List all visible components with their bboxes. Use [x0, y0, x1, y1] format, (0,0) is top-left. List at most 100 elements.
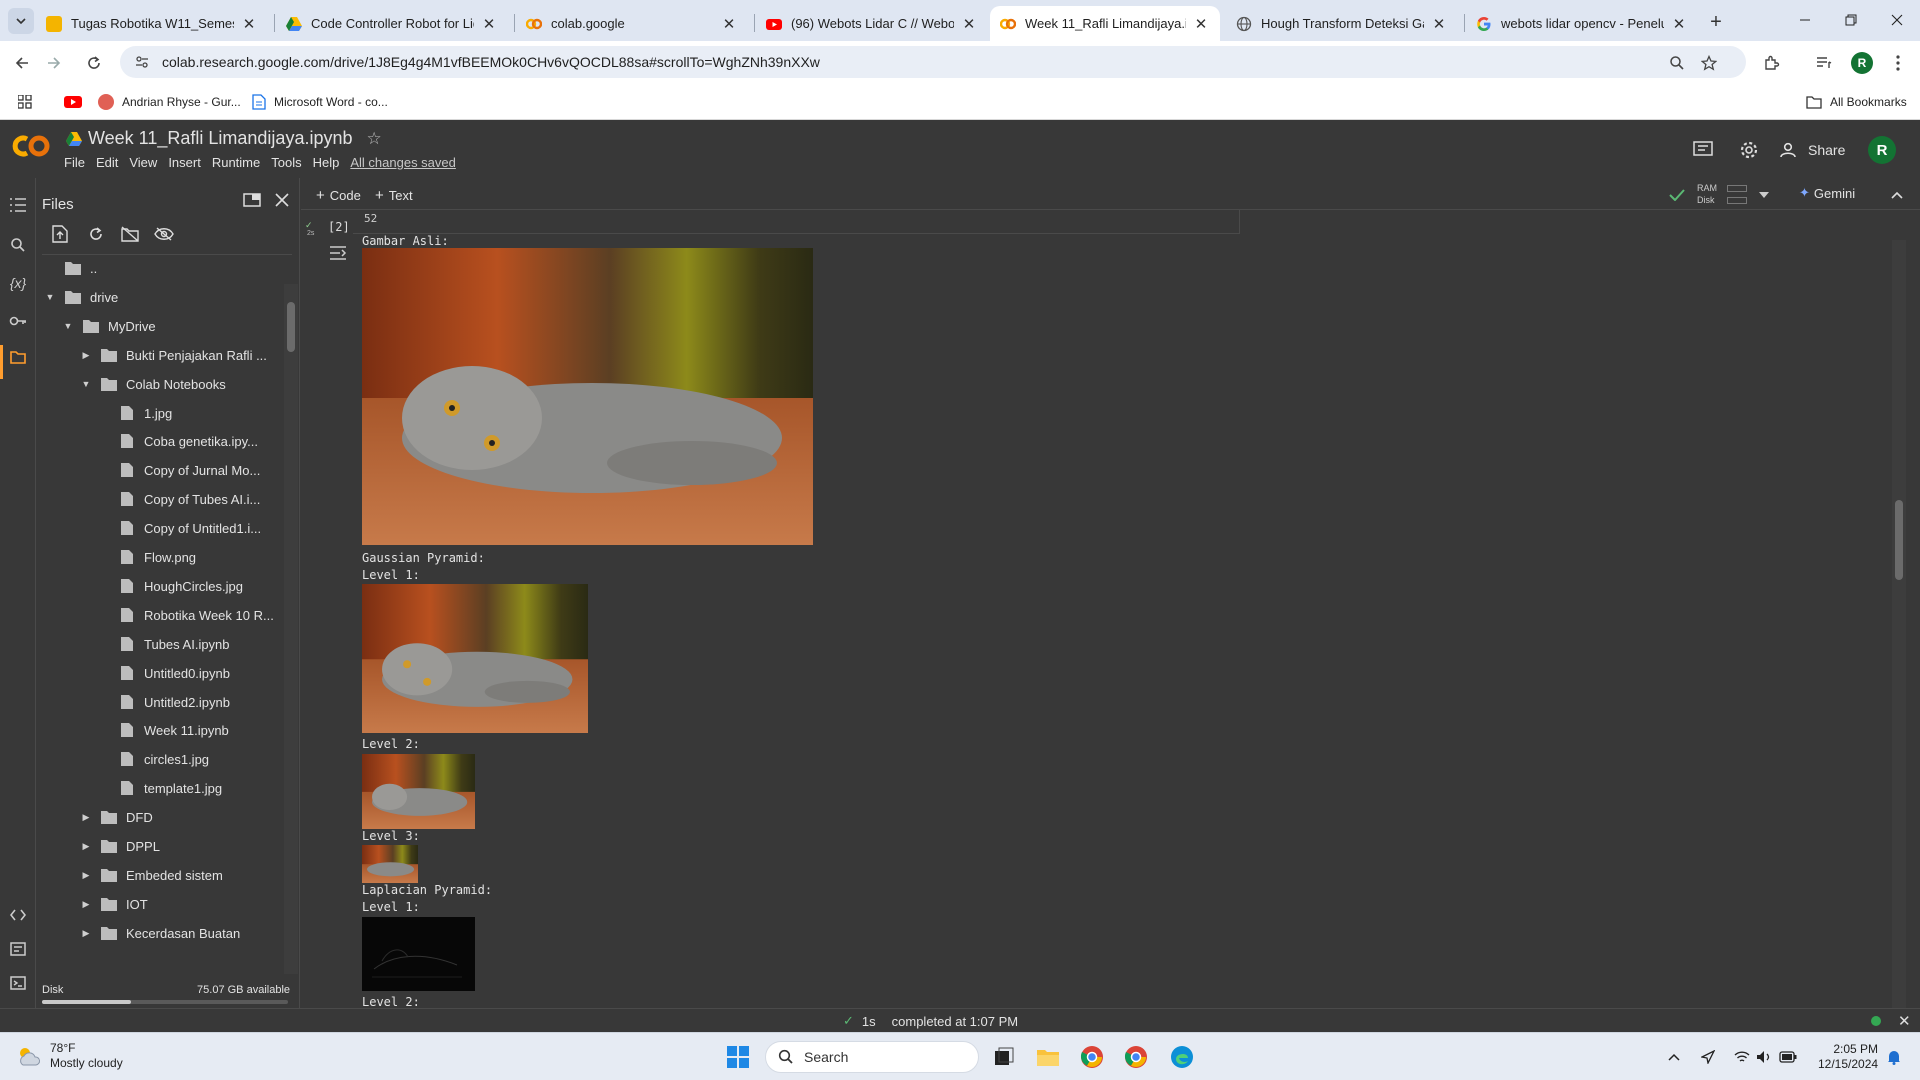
account-avatar[interactable]: R: [1868, 136, 1896, 164]
taskbar-search[interactable]: Search: [765, 1041, 979, 1073]
file-tree-folder[interactable]: ▶ IOT: [36, 892, 282, 916]
new-tab-button[interactable]: +: [1704, 10, 1728, 34]
chrome-profile-r-button[interactable]: [1076, 1041, 1108, 1073]
tab-code-controller[interactable]: Code Controller Robot for Lidar ✕: [276, 6, 508, 41]
weather-widget[interactable]: 78°F Mostly cloudy: [16, 1041, 123, 1071]
tab-webots-youtube[interactable]: (96) Webots Lidar C // Webots ✕: [756, 6, 988, 41]
file-tree-folder[interactable]: ▶ Bukti Penjajakan Rafli ...: [36, 343, 282, 367]
variables-icon[interactable]: {x}: [5, 270, 31, 296]
secrets-key-icon[interactable]: [5, 308, 31, 334]
chrome-profile-2-button[interactable]: [1120, 1041, 1152, 1073]
file-tree-file[interactable]: Copy of Untitled1.i...: [36, 516, 282, 540]
battery-icon[interactable]: [1778, 1047, 1798, 1067]
close-status-icon[interactable]: ✕: [1898, 1012, 1911, 1030]
file-tree-file[interactable]: circles1.jpg: [36, 747, 282, 771]
command-palette-icon[interactable]: [5, 936, 31, 962]
scrollbar-thumb[interactable]: [1895, 500, 1903, 580]
file-explorer-button[interactable]: [1032, 1041, 1064, 1073]
file-tree-folder[interactable]: ▶Kewirausahaan: [36, 950, 282, 957]
caret-right-icon[interactable]: ▶: [80, 840, 92, 852]
bookmark-andrian-rhyse[interactable]: Andrian Rhyse - Gur...: [98, 92, 241, 112]
url-text[interactable]: colab.research.google.com/drive/1J8Eg4g4…: [162, 54, 820, 70]
back-button[interactable]: [8, 49, 36, 77]
notebook-title[interactable]: Week 11_Rafli Limandijaya.ipynb: [88, 128, 352, 149]
restore-button[interactable]: [1836, 8, 1866, 32]
all-bookmarks-button[interactable]: All Bookmarks: [1806, 92, 1907, 112]
system-clock[interactable]: 2:05 PM 12/15/2024: [1818, 1042, 1878, 1072]
omnibox[interactable]: colab.research.google.com/drive/1J8Eg4g4…: [120, 46, 1746, 78]
file-tree-file[interactable]: Untitled0.ipynb: [36, 661, 282, 685]
profile-button[interactable]: R: [1848, 49, 1876, 77]
caret-down-icon[interactable]: ▼: [62, 320, 74, 332]
menu-runtime[interactable]: Runtime: [212, 155, 260, 170]
hide-files-icon[interactable]: [152, 222, 176, 246]
minimize-button[interactable]: [1790, 8, 1820, 32]
file-tree-file[interactable]: Copy of Tubes AI.i...: [36, 487, 282, 511]
caret-right-icon[interactable]: ▶: [80, 898, 92, 910]
menu-view[interactable]: View: [129, 155, 157, 170]
scrollbar-thumb[interactable]: [287, 302, 295, 352]
file-tree-file[interactable]: Robotika Week 10 R...: [36, 603, 282, 627]
refresh-icon[interactable]: [84, 222, 108, 246]
task-view-button[interactable]: [988, 1041, 1020, 1073]
show-hidden-icons[interactable]: [1664, 1047, 1684, 1067]
media-controls-button[interactable]: [1810, 49, 1838, 77]
menu-help[interactable]: Help: [313, 155, 340, 170]
zoom-icon[interactable]: [1666, 52, 1688, 74]
close-tab-icon[interactable]: ✕: [960, 15, 978, 33]
runtime-dropdown[interactable]: [1759, 185, 1769, 205]
caret-right-icon[interactable]: ▶: [80, 349, 92, 361]
comments-button[interactable]: [1690, 137, 1716, 163]
output-actions-icon[interactable]: [329, 245, 347, 261]
forward-button[interactable]: [40, 49, 68, 77]
save-status[interactable]: All changes saved: [350, 155, 456, 170]
edge-button[interactable]: [1166, 1041, 1198, 1073]
file-tree-folder[interactable]: ..: [36, 256, 282, 280]
close-panel-icon[interactable]: [270, 188, 294, 212]
open-in-tab-icon[interactable]: [240, 188, 264, 212]
menu-insert[interactable]: Insert: [168, 155, 201, 170]
reload-button[interactable]: [80, 49, 108, 77]
caret-right-icon[interactable]: ▶: [80, 869, 92, 881]
upload-file-icon[interactable]: [48, 222, 72, 246]
file-tree-file[interactable]: Copy of Jurnal Mo...: [36, 458, 282, 482]
bookmark-microsoft-word[interactable]: Microsoft Word - co...: [252, 92, 388, 112]
location-icon[interactable]: [1698, 1047, 1718, 1067]
file-tree-folder[interactable]: ▶ Embeded sistem: [36, 863, 282, 887]
close-window-button[interactable]: [1882, 8, 1912, 32]
close-tab-icon[interactable]: ✕: [720, 15, 738, 33]
collapse-header-button[interactable]: [1891, 185, 1903, 205]
terminal-icon[interactable]: [5, 970, 31, 996]
tab-webots-search[interactable]: webots lidar opencv - Penelusuran ✕: [1466, 6, 1698, 41]
file-tree-file[interactable]: Tubes AI.ipynb: [36, 632, 282, 656]
close-tab-icon[interactable]: ✕: [1192, 15, 1210, 33]
file-tree-scrollbar[interactable]: [284, 284, 298, 974]
file-tree-folder[interactable]: ▼ MyDrive: [36, 314, 282, 338]
site-info-icon[interactable]: [130, 50, 154, 74]
menu-tools[interactable]: Tools: [271, 155, 301, 170]
close-tab-icon[interactable]: ✕: [240, 15, 258, 33]
notifications-icon[interactable]: [1884, 1047, 1904, 1067]
file-tree-file[interactable]: Untitled2.ipynb: [36, 690, 282, 714]
file-tree-folder[interactable]: ▼ drive: [36, 285, 282, 309]
colab-logo-icon[interactable]: [12, 132, 52, 160]
extensions-button[interactable]: [1758, 49, 1786, 77]
caret-down-icon[interactable]: ▼: [80, 378, 92, 390]
tab-tugas-robotika[interactable]: Tugas Robotika W11_Semester ✕: [36, 6, 268, 41]
bookmark-star-icon[interactable]: [1698, 52, 1720, 74]
files-folder-icon[interactable]: [5, 344, 31, 370]
chrome-menu-button[interactable]: [1884, 49, 1912, 77]
close-tab-icon[interactable]: ✕: [1430, 15, 1448, 33]
add-code-button[interactable]: + Code: [316, 185, 361, 205]
caret-down-icon[interactable]: ▼: [44, 291, 56, 303]
file-tree-file[interactable]: Coba genetika.ipy...: [36, 429, 282, 453]
caret-right-icon[interactable]: ▶: [80, 811, 92, 823]
wifi-icon[interactable]: [1732, 1047, 1752, 1067]
volume-icon[interactable]: [1754, 1047, 1774, 1067]
close-tab-icon[interactable]: ✕: [480, 15, 498, 33]
menu-file[interactable]: File: [64, 155, 85, 170]
tab-colab-google[interactable]: colab.google ✕: [516, 6, 748, 41]
add-text-button[interactable]: + Text: [375, 185, 413, 205]
gemini-button[interactable]: ✦ Gemini: [1799, 185, 1855, 201]
settings-button[interactable]: [1736, 137, 1762, 163]
